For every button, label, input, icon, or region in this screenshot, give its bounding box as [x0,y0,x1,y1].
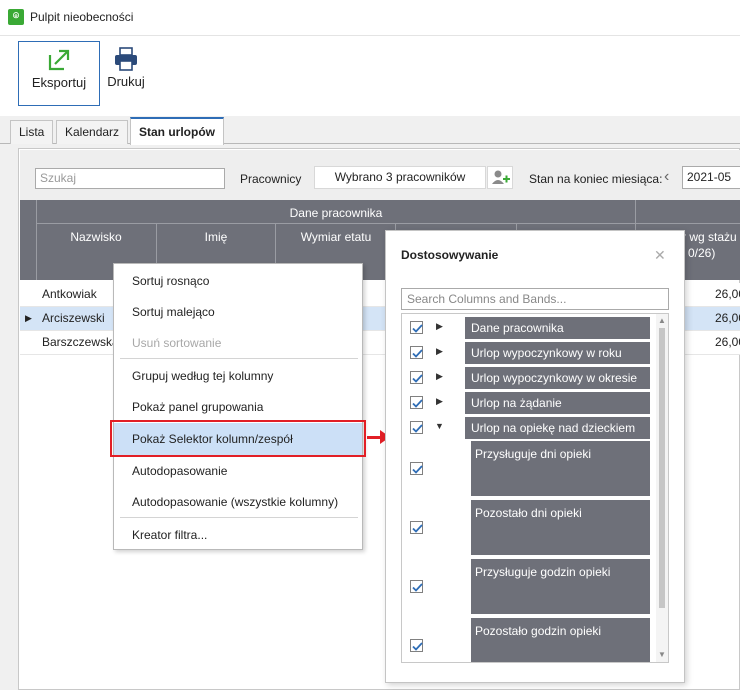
check-icon [412,642,423,651]
arrow-icon [367,436,381,439]
tab-kalendarz[interactable]: Kalendarz [56,120,129,144]
workers-selector[interactable]: Wybrano 3 pracowników [314,166,486,189]
export-icon [48,49,70,71]
grid-line [36,223,740,224]
tab-strip: Lista Kalendarz Stan urlopów [0,116,740,145]
checkbox[interactable] [410,421,423,434]
cell-value: 26,00 [715,287,740,301]
close-icon[interactable]: ✕ [654,247,666,264]
checkbox[interactable] [410,462,423,475]
checkbox[interactable] [410,639,423,652]
column-header-wymiar-etatu[interactable]: Wymiar etatu [276,230,396,244]
checkbox[interactable] [410,521,423,534]
menu-item-group-by[interactable]: Grupuj według tej kolumny [132,369,273,383]
month-input[interactable]: 2021-05 [682,166,740,189]
band-header[interactable]: Dane pracownika [36,206,636,220]
column-item[interactable]: Pozostało godzin opieki [471,618,650,662]
cell-value: 26,00 [715,311,740,325]
chevron-left-icon[interactable]: ‹ [664,168,676,188]
check-icon [412,524,423,533]
checkbox[interactable] [410,321,423,334]
dialog-title: Dostosowywanie [401,248,499,262]
export-label: Eksportuj [31,75,87,90]
column-header-imie[interactable]: Imię [157,230,275,244]
column-header-nazwisko[interactable]: Nazwisko [36,230,156,244]
check-icon [412,465,423,474]
customization-dialog: Dostosowywanie ✕ Search Columns and Band… [385,230,685,683]
search-columns-input[interactable]: Search Columns and Bands... [401,288,669,310]
add-worker-button[interactable] [487,166,513,189]
column-context-menu: Sortuj rosnąco Sortuj malejąco Usuń sort… [113,263,363,550]
state-label: Stan na koniec miesiąca: [529,172,663,186]
highlight-frame [110,420,366,457]
checkbox[interactable] [410,396,423,409]
menu-item-sort-asc[interactable]: Sortuj rosnąco [132,274,209,288]
column-item[interactable]: Przysługuje dni opieki [471,441,650,496]
app-icon: ⌾ [8,9,24,25]
band-item[interactable]: Urlop na żądanie [465,392,650,414]
checkbox[interactable] [410,346,423,359]
ribbon: Eksportuj Drukuj [0,36,740,116]
check-icon [412,349,423,358]
menu-item-clear-sort: Usuń sortowanie [132,336,222,350]
menu-separator [120,517,358,518]
row-indicator-icon: ▶ [25,313,32,323]
menu-item-sort-desc[interactable]: Sortuj malejąco [132,305,215,319]
search-input[interactable]: Szukaj [35,168,225,189]
menu-item-show-group-panel[interactable]: Pokaż panel grupowania [132,400,263,414]
checkbox[interactable] [410,580,423,593]
columns-bands-list: ▶ Dane pracownika ▶ Urlop wypoczynkowy w… [401,313,669,663]
scroll-down-icon[interactable]: ▼ [658,650,666,659]
check-icon [412,399,423,408]
cell-nazwisko: Arciszewski [42,311,105,325]
expand-icon[interactable]: ▶ [436,346,443,357]
band-item[interactable]: Urlop wypoczynkowy w okresie [465,367,650,389]
scrollbar-thumb[interactable] [659,328,665,608]
cell-nazwisko: Barszczewska [42,335,119,349]
expand-icon[interactable]: ▶ [436,396,443,407]
scroll-up-icon[interactable]: ▲ [658,316,666,325]
checkbox[interactable] [410,371,423,384]
expand-icon[interactable]: ▶ [436,371,443,382]
menu-separator [120,358,358,359]
band-item[interactable]: Urlop wypoczynkowy w roku [465,342,650,364]
print-label: Drukuj [107,74,145,89]
add-user-icon [492,170,510,184]
expand-icon[interactable]: ▶ [436,321,443,332]
band-item[interactable]: Urlop na opiekę nad dzieckiem [465,417,650,439]
menu-item-filter-editor[interactable]: Kreator filtra... [132,528,207,542]
printer-icon [115,47,137,71]
cell-value: 26,00 [715,335,740,349]
cell-nazwisko: Antkowiak [42,287,97,301]
menu-item-best-fit-all[interactable]: Autodopasowanie (wszystkie kolumny) [132,495,338,509]
check-icon [412,424,423,433]
band-item[interactable]: Dane pracownika [465,317,650,339]
column-item[interactable]: Przysługuje godzin opieki [471,559,650,614]
export-button[interactable]: Eksportuj [18,41,100,106]
check-icon [412,374,423,383]
column-header-staz-sub: 0/26) [688,246,716,260]
column-header-staz[interactable]: r wg stażu [682,230,737,244]
title-bar: ⌾ Pulpit nieobecności [0,0,740,36]
window-title: Pulpit nieobecności [30,10,134,24]
workers-label: Pracownicy [240,172,302,186]
column-item[interactable]: Pozostało dni opieki [471,500,650,555]
check-icon [412,324,423,333]
collapse-icon[interactable]: ▼ [435,421,444,431]
check-icon [412,583,423,592]
menu-item-best-fit[interactable]: Autodopasowanie [132,464,227,478]
tab-lista[interactable]: Lista [10,120,54,144]
tab-stan-urlopow[interactable]: Stan urlopów [130,117,224,145]
print-button[interactable]: Drukuj [103,41,149,106]
